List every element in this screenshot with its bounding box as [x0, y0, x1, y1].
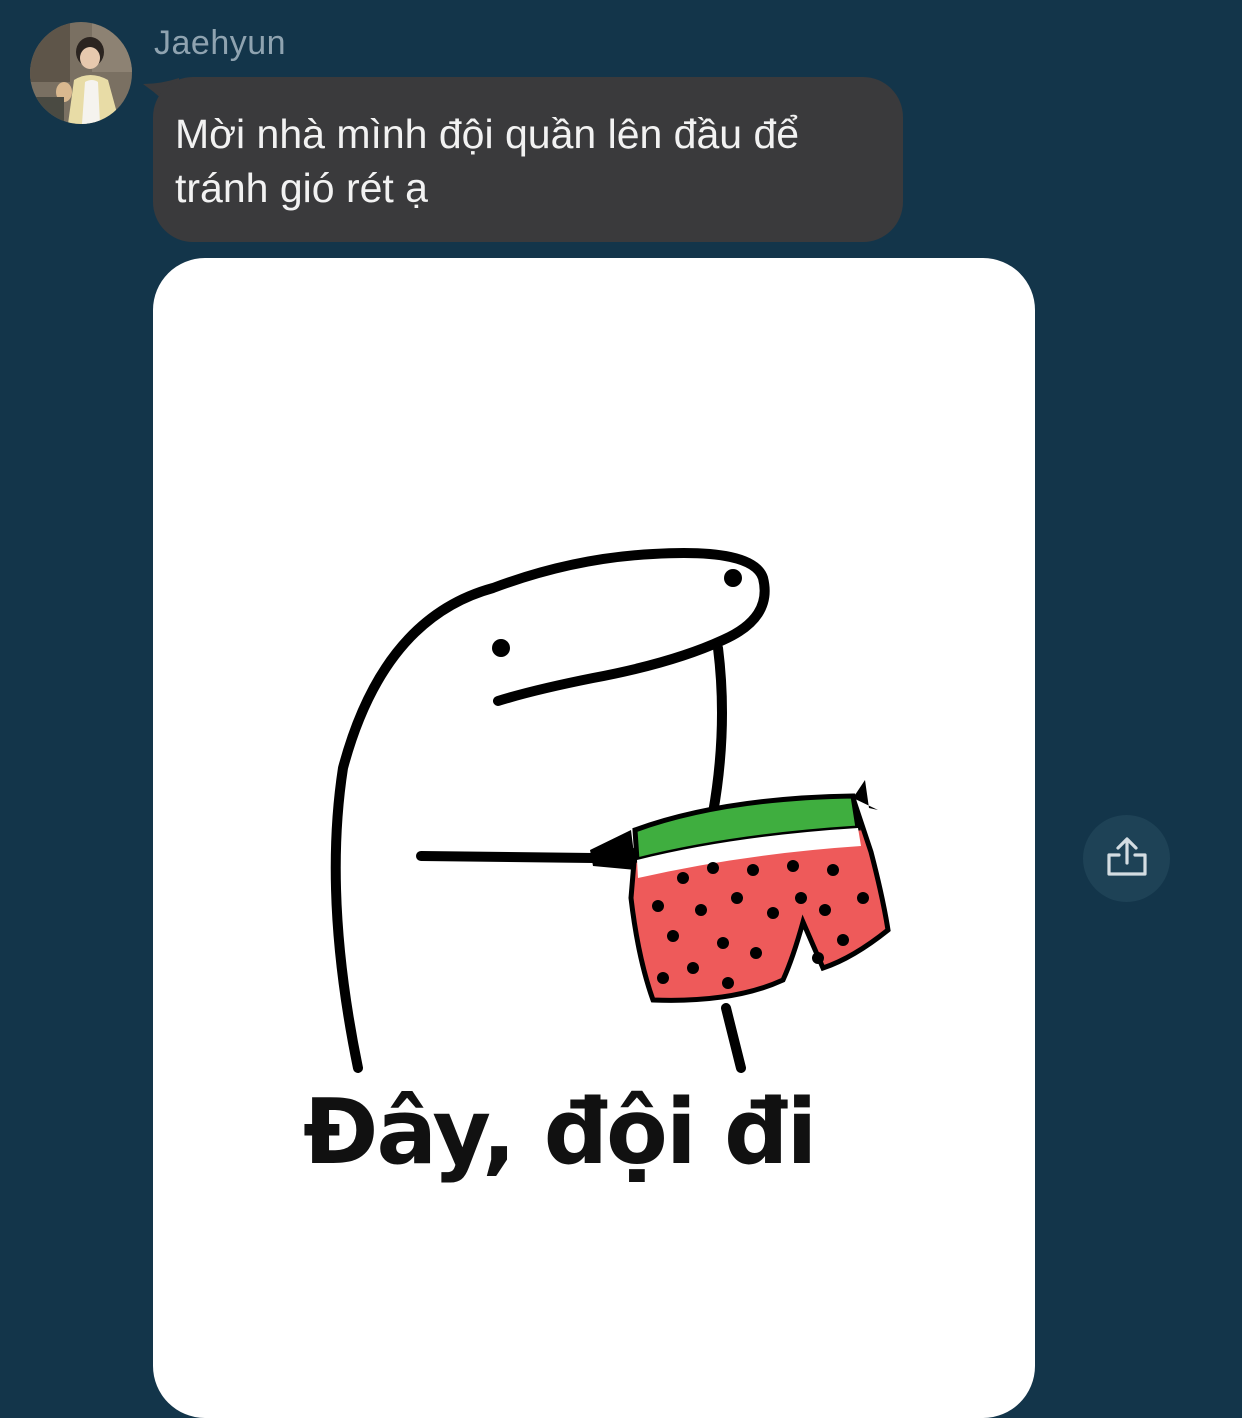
message-bubble[interactable]: Mời nhà mình đội quần lên đầu để tránh g…: [153, 77, 903, 242]
user-avatar-photo-icon: [30, 22, 132, 124]
sticker-message[interactable]: Đây, đội đi: [153, 258, 1035, 1418]
sender-avatar[interactable]: [30, 22, 132, 124]
message-text: Mời nhà mình đội quần lên đầu để tránh g…: [175, 111, 800, 211]
sender-name: Jaehyun: [154, 24, 287, 62]
share-button[interactable]: [1083, 815, 1170, 902]
share-icon: [1107, 837, 1147, 876]
blob-character-holding-watermelon-shorts-icon: [330, 548, 891, 1073]
sticker-caption: Đây, đội đi: [303, 1080, 817, 1185]
